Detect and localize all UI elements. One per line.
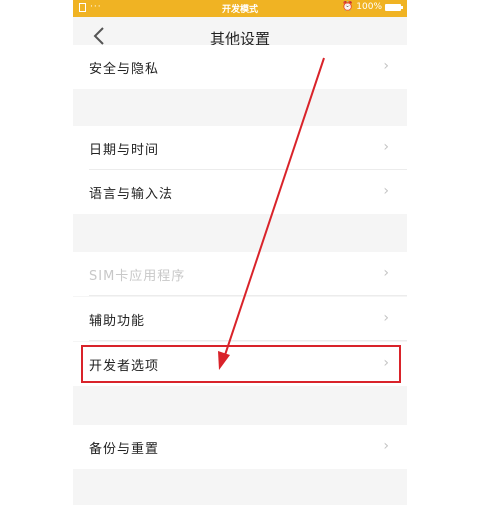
divider <box>89 295 407 296</box>
chevron-right-icon: › <box>383 310 389 326</box>
chevron-right-icon: › <box>383 438 389 454</box>
chevron-right-icon: › <box>383 139 389 155</box>
setting-row-backup[interactable]: 备份与重置 › <box>73 425 407 469</box>
section-gap <box>73 214 407 252</box>
setting-row-sim-apps: SIM卡应用程序 › <box>73 252 407 296</box>
alarm-icon: ⏰ <box>342 2 354 12</box>
battery-icon <box>385 3 403 11</box>
setting-label: 安全与隐私 <box>89 62 160 77</box>
phone-screen: ··· 开发模式 ⏰ 100% 其他设置 安全与隐私 › 日期与时间 › 语言与… <box>73 0 407 505</box>
chevron-right-icon: › <box>383 355 389 371</box>
setting-label: 日期与时间 <box>89 143 160 158</box>
setting-label: SIM卡应用程序 <box>89 269 186 284</box>
chevron-right-icon: › <box>383 58 389 74</box>
setting-row-accessibility[interactable]: 辅助功能 › <box>73 297 407 341</box>
status-right: ⏰ 100% <box>342 2 403 12</box>
setting-row-datetime[interactable]: 日期与时间 › <box>73 126 407 170</box>
section-gap <box>73 89 407 126</box>
setting-label: 辅助功能 <box>89 314 146 329</box>
chevron-right-icon: › <box>383 183 389 199</box>
chevron-right-icon: › <box>383 265 389 281</box>
setting-row-developer[interactable]: 开发者选项 › <box>73 342 407 386</box>
section-gap <box>73 386 407 425</box>
setting-label: 备份与重置 <box>89 442 160 457</box>
divider <box>89 340 407 341</box>
battery-percent: 100% <box>356 2 382 12</box>
setting-row-language[interactable]: 语言与输入法 › <box>73 170 407 214</box>
setting-label: 开发者选项 <box>89 359 160 374</box>
status-bar: ··· 开发模式 ⏰ 100% <box>73 0 407 17</box>
setting-row-security[interactable]: 安全与隐私 › <box>73 45 407 89</box>
setting-label: 语言与输入法 <box>89 187 174 202</box>
